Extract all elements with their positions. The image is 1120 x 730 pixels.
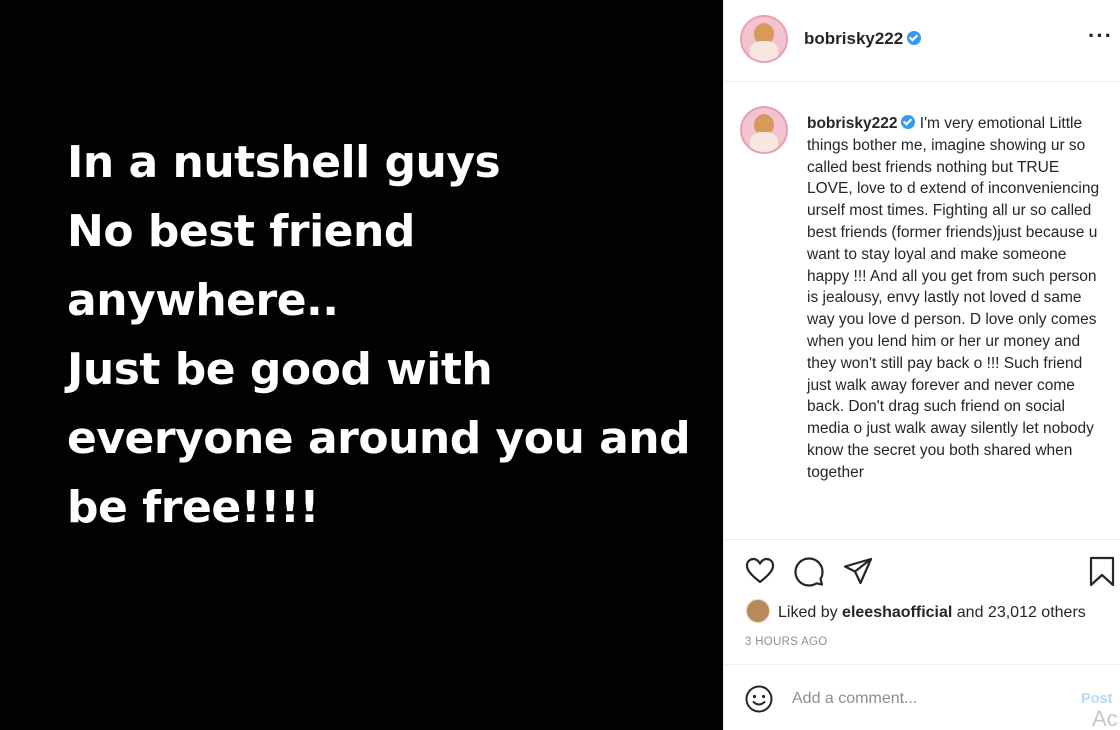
more-options-icon[interactable]: ···	[1088, 25, 1113, 47]
header-username-link[interactable]: bobrisky222	[804, 29, 922, 49]
post-header: bobrisky222 ···	[724, 0, 1120, 82]
caption-area: bobrisky222 I'm very emotional Little th…	[724, 83, 1120, 540]
bookmark-icon[interactable]	[1086, 555, 1118, 587]
quote-line: anywhere..	[67, 275, 339, 326]
comment-bar: Post Ac	[724, 664, 1120, 730]
verified-badge-icon	[907, 31, 922, 45]
post-timestamp[interactable]: 3 HOURS AGO	[745, 636, 828, 648]
caption-username[interactable]: bobrisky222	[807, 115, 897, 132]
caption-avatar[interactable]	[740, 106, 788, 154]
header-username[interactable]: bobrisky222	[804, 29, 903, 48]
post-side-panel: bobrisky222 ··· bobrisky222 I'm very emo…	[723, 0, 1120, 730]
liker-avatar	[746, 599, 770, 623]
quote-line: No best friend	[67, 206, 415, 257]
smiley-icon[interactable]	[744, 684, 774, 714]
heart-icon[interactable]	[744, 555, 776, 587]
caption-text: I'm very emotional Little things bother …	[807, 115, 1100, 481]
quote-line: Just be good with	[67, 344, 493, 395]
quote-line: be free!!!!	[67, 482, 319, 533]
profile-avatar[interactable]	[740, 15, 788, 63]
activation-watermark: Ac	[1092, 706, 1118, 730]
paper-plane-icon[interactable]	[842, 555, 874, 587]
caption: bobrisky222 I'm very emotional Little th…	[807, 113, 1107, 484]
post-comment-button[interactable]: Post	[1081, 691, 1112, 707]
comment-icon[interactable]	[793, 555, 825, 587]
liker-username[interactable]: eleeshaofficial	[842, 604, 952, 621]
post-image: In a nutshell guys No best friend anywhe…	[0, 0, 723, 730]
post-image-quote: In a nutshell guys No best friend anywhe…	[67, 128, 707, 542]
verified-badge-icon	[901, 115, 916, 129]
action-bar	[724, 553, 1120, 589]
likes-others[interactable]: and 23,012 others	[957, 604, 1086, 621]
comment-input[interactable]	[792, 687, 1052, 711]
quote-line: everyone around you and	[67, 413, 691, 464]
likes-summary: Liked by eleeshaofficial and 23,012 othe…	[746, 599, 1086, 625]
quote-line: In a nutshell guys	[67, 137, 501, 188]
likes-prefix: Liked by	[778, 604, 838, 621]
